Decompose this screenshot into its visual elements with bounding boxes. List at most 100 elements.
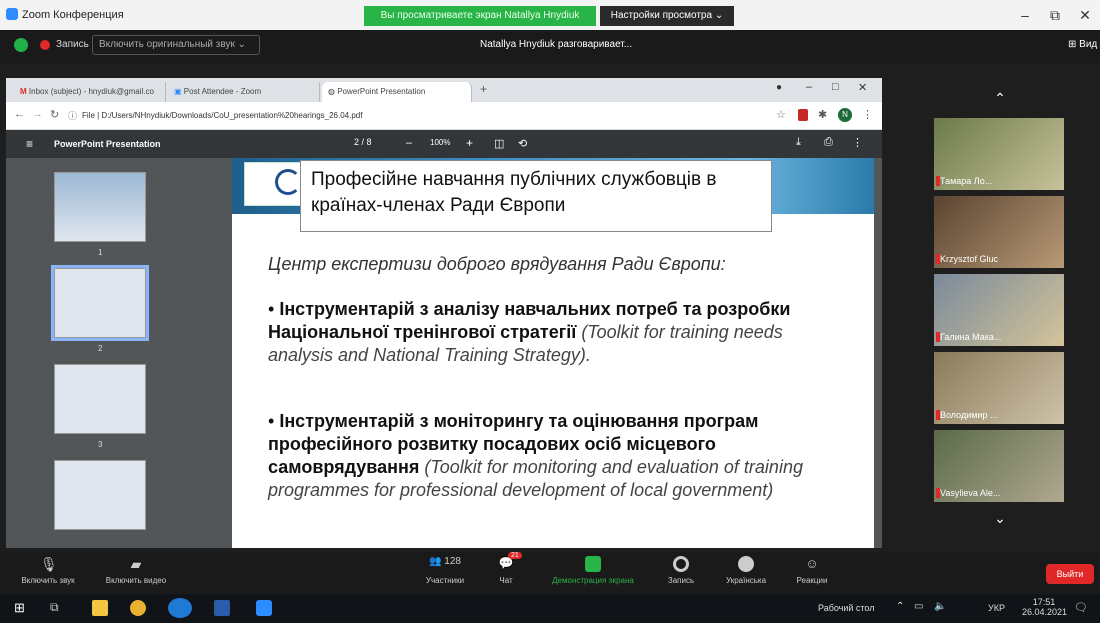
minimize-icon[interactable]: – bbox=[806, 81, 812, 93]
globe-icon bbox=[738, 556, 754, 572]
window-titlebar: Zoom Конференция Вы просматриваете экран… bbox=[0, 0, 1100, 30]
new-tab-icon[interactable]: + bbox=[480, 82, 487, 96]
print-icon[interactable]: ⎙ bbox=[824, 136, 833, 149]
page-thumbnail[interactable] bbox=[54, 172, 146, 242]
edge-icon[interactable] bbox=[168, 598, 192, 618]
tab-gmail[interactable]: M Inbox (subject) - hnydiuk@gmail.co bbox=[14, 82, 166, 102]
participant-gallery: ⌃ Тамара Ло... Krzysztof Gluc Галина Мак… bbox=[930, 80, 1070, 540]
record-button[interactable]: Запись bbox=[656, 556, 706, 592]
windows-start-icon[interactable]: ⊞ bbox=[14, 600, 30, 616]
interpretation-button[interactable]: Українська bbox=[716, 556, 776, 592]
tab-powerpoint[interactable]: ◍ PowerPoint Presentation bbox=[322, 82, 472, 102]
leave-meeting-button[interactable]: Выйти bbox=[1046, 564, 1094, 584]
window-title: Zoom Конференция bbox=[22, 9, 124, 21]
chevron-up-icon[interactable]: ⌃ bbox=[980, 90, 1020, 107]
participant-video[interactable]: Тамара Ло... bbox=[934, 118, 1064, 190]
view-button-label: Вид bbox=[1079, 39, 1098, 50]
start-video-button[interactable]: ▰ Включить видео bbox=[96, 556, 176, 592]
chevron-up-icon[interactable]: ⌃ bbox=[896, 601, 904, 612]
slide-subtitle: Центр експертизи доброго врядування Ради… bbox=[268, 254, 726, 274]
profile-avatar[interactable]: N bbox=[838, 108, 852, 122]
thumbnail-number: 2 bbox=[98, 344, 103, 353]
extensions-puzzle-icon[interactable]: ✱ bbox=[818, 108, 827, 121]
view-options-label: Настройки просмотра bbox=[610, 10, 713, 21]
url-input[interactable]: File | D:/Users/NHnydiuk/Downloads/CoU_p… bbox=[82, 108, 762, 124]
slide-title: Професійне навчання публічних службовців… bbox=[300, 160, 772, 232]
task-view-icon[interactable]: ⧉ bbox=[50, 600, 66, 616]
share-banner: Вы просматриваете экран Natallya Hnydiuk bbox=[364, 6, 596, 26]
back-icon[interactable]: ← bbox=[14, 108, 25, 120]
chrome-icon[interactable] bbox=[130, 600, 146, 616]
extension-shield-icon[interactable] bbox=[798, 109, 808, 121]
record-icon bbox=[673, 556, 689, 572]
unmute-button[interactable]: 🎙 Включить звук bbox=[8, 556, 88, 592]
participant-video[interactable]: Галина Мака... bbox=[934, 274, 1064, 346]
participant-video[interactable]: Vasylieva Ale... bbox=[934, 430, 1064, 502]
chrome-menu-dot-icon[interactable]: ● bbox=[776, 82, 782, 93]
participant-video[interactable]: Krzysztof Gluc bbox=[934, 196, 1064, 268]
security-shield-icon[interactable] bbox=[14, 38, 28, 52]
minimize-icon[interactable]: – bbox=[1010, 4, 1040, 26]
original-sound-label: Включить оригинальный звук bbox=[99, 39, 235, 50]
participant-name: Тамара Ло... bbox=[940, 176, 993, 186]
maximize-icon[interactable]: ⧉ bbox=[1040, 4, 1070, 26]
pdf-viewer[interactable]: Професійне навчання публічних службовців… bbox=[196, 158, 882, 548]
share-screen-icon bbox=[585, 556, 601, 572]
windows-taskbar: ⊞ ⧉ Рабочий стол ⌃ ▭ 🔈 УКР 17:51 26.04.20… bbox=[0, 594, 1100, 623]
meeting-topbar: Запись Включить оригинальный звук ⌄ Nata… bbox=[0, 30, 1100, 64]
interpretation-label: Українська bbox=[725, 576, 767, 585]
hamburger-menu-icon[interactable]: ≡ bbox=[26, 137, 33, 151]
zoom-out-icon[interactable]: – bbox=[406, 137, 412, 149]
participant-name: Krzysztof Gluc bbox=[940, 254, 999, 264]
page-thumbnail[interactable] bbox=[54, 364, 146, 434]
reload-icon[interactable]: ↻ bbox=[50, 108, 59, 121]
more-icon[interactable]: ⋮ bbox=[852, 136, 863, 149]
chevron-down-icon[interactable]: ⌄ bbox=[980, 510, 1020, 527]
kebab-menu-icon[interactable]: ⋮ bbox=[862, 108, 873, 121]
page-thumbnail-selected[interactable] bbox=[51, 265, 149, 341]
reactions-button[interactable]: ☺ Реакции bbox=[784, 556, 840, 592]
clock[interactable]: 17:51 26.04.2021 bbox=[1022, 597, 1067, 617]
forward-icon[interactable]: → bbox=[32, 108, 43, 120]
rotate-icon[interactable]: ⟲ bbox=[518, 137, 527, 150]
zoom-level[interactable]: 100% bbox=[430, 138, 450, 147]
participants-button[interactable]: 👥 128 Участники bbox=[410, 556, 480, 592]
chat-badge: 21 bbox=[508, 552, 522, 559]
close-icon[interactable]: ✕ bbox=[1070, 4, 1100, 26]
view-options-button[interactable]: Настройки просмотра ⌄ bbox=[600, 6, 734, 26]
share-screen-button[interactable]: Демонстрация экрана bbox=[538, 556, 648, 592]
volume-icon[interactable]: 🔈 bbox=[934, 601, 946, 612]
participant-video[interactable]: Володимир ... bbox=[934, 352, 1064, 424]
original-sound-button[interactable]: Включить оригинальный звук ⌄ bbox=[92, 35, 260, 55]
slide-bullet-1: • Інструментарій з аналізу навчальних по… bbox=[268, 299, 791, 365]
word-icon[interactable] bbox=[214, 600, 230, 616]
fit-page-icon[interactable]: ◫ bbox=[494, 137, 504, 150]
maximize-icon[interactable]: □ bbox=[832, 81, 839, 93]
info-icon[interactable]: ⓘ bbox=[68, 109, 77, 122]
download-icon[interactable]: ⤓ bbox=[796, 136, 801, 149]
tab-label: Inbox (subject) - hnydiuk@gmail.co bbox=[28, 87, 154, 96]
browser-tabbar: M Inbox (subject) - hnydiuk@gmail.co ▣ P… bbox=[6, 78, 882, 102]
network-icon[interactable]: ▭ bbox=[914, 601, 923, 612]
view-button[interactable]: ⊞ Вид bbox=[1068, 39, 1097, 50]
tab-zoom[interactable]: ▣ Post Attendee - Zoom bbox=[168, 82, 320, 102]
slide-page: Професійне навчання публічних службовців… bbox=[232, 158, 874, 548]
unmute-label: Включить звук bbox=[21, 576, 75, 585]
active-speaker-label: Natallya Hnydiuk разговаривает... bbox=[480, 39, 633, 50]
language-indicator[interactable]: УКР bbox=[988, 603, 1005, 613]
file-explorer-icon[interactable] bbox=[92, 600, 108, 616]
zoom-in-icon[interactable]: + bbox=[466, 136, 473, 150]
desktop-toolbar[interactable]: Рабочий стол bbox=[818, 603, 875, 613]
notifications-icon[interactable]: 🗨 bbox=[1074, 601, 1088, 614]
star-icon[interactable]: ☆ bbox=[776, 108, 786, 121]
page-indicator[interactable]: 2 / 8 bbox=[354, 137, 372, 147]
chat-label: Чат bbox=[499, 576, 513, 585]
page-thumbnail[interactable] bbox=[54, 460, 146, 530]
recording-label: Запись bbox=[56, 39, 89, 50]
zoom-taskbar-icon[interactable] bbox=[256, 600, 272, 616]
chat-button[interactable]: 💬 21 Чат bbox=[486, 552, 526, 592]
zoom-logo-icon bbox=[6, 8, 18, 20]
close-icon[interactable]: ✕ bbox=[858, 81, 867, 94]
council-of-europe-logo bbox=[244, 162, 304, 206]
gmail-icon: M bbox=[20, 87, 27, 96]
